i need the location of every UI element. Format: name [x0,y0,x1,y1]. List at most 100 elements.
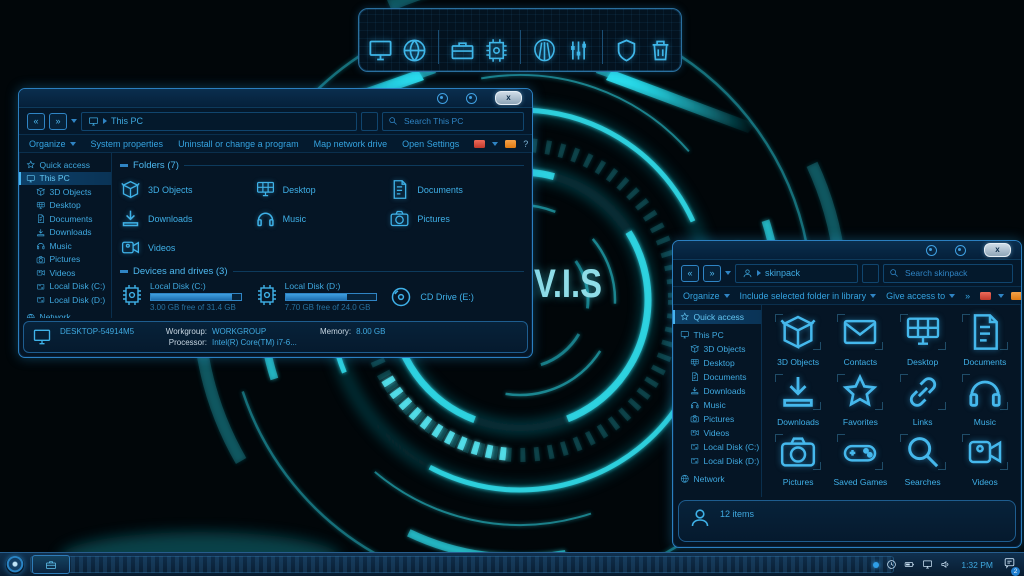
sidebar-item-documents[interactable]: Documents [19,212,111,226]
sidebar-item-desktop[interactable]: Desktop [19,199,111,213]
sidebar-item-pictures[interactable]: Pictures [673,412,761,426]
grid-item-downloads[interactable]: Downloads [767,370,829,427]
drive-item-cd-drive-e[interactable]: CD Drive (E:) [389,281,524,312]
sidebar-item-videos[interactable]: Videos [673,426,761,440]
settings-sliders-icon[interactable] [565,37,592,64]
preview-pane-icon[interactable] [505,140,516,148]
security-shield-icon[interactable] [613,37,640,64]
minimize-button[interactable] [926,245,937,256]
cd-icon [389,285,413,309]
sidebar-item-videos[interactable]: Videos [19,266,111,280]
preview-pane-icon[interactable] [1011,292,1022,300]
history-dropdown-icon[interactable] [71,119,77,123]
sidebar-item-downloads[interactable]: Downloads [19,226,111,240]
grid-item-pictures[interactable]: Pictures [767,430,829,487]
sidebar-item-local-disk-c[interactable]: Local Disk (C:) [19,280,111,294]
folder-item-documents[interactable]: Documents [389,175,524,204]
views-dropdown-icon[interactable] [492,142,498,146]
close-button[interactable]: x [984,243,1011,257]
maximize-button[interactable] [955,245,966,256]
map-network-drive-button[interactable]: Map network drive [314,139,388,149]
system-properties-button[interactable]: System properties [91,139,164,149]
sidebar-item-local-disk-d[interactable]: Local Disk (D:) [19,293,111,307]
refresh-button[interactable] [361,112,378,131]
views-dropdown-icon[interactable] [998,294,1004,298]
search-input[interactable] [402,115,518,127]
sidebar-item-network[interactable]: Network [673,472,761,486]
give-access-menu[interactable]: Give access to [886,291,955,301]
back-button[interactable]: « [681,265,699,282]
history-dropdown-icon[interactable] [725,271,731,275]
grid-item-music[interactable]: Music [954,370,1016,427]
volume-icon[interactable] [940,559,951,570]
clock-time[interactable]: 1:32 PM [958,560,996,570]
grid-item-3d-objects[interactable]: 3D Objects [767,310,829,367]
breadcrumb[interactable]: skinpack [735,264,858,283]
more-commands-button[interactable]: » [965,291,970,301]
sidebar-item-documents[interactable]: Documents [673,370,761,384]
show-hidden-icons-button[interactable] [873,562,879,568]
change-view-icon[interactable] [474,140,485,148]
uninstall-program-button[interactable]: Uninstall or change a program [178,139,299,149]
grid-item-searches[interactable]: Searches [892,430,954,487]
change-view-icon[interactable] [980,292,991,300]
search-input[interactable] [903,267,1007,279]
grid-item-contacts[interactable]: Contacts [829,310,891,367]
sidebar-item-music[interactable]: Music [19,239,111,253]
hardware-chip-icon[interactable] [483,37,510,64]
recycle-bin-icon[interactable] [647,37,674,64]
display-icon[interactable] [367,37,394,64]
documents-icon[interactable] [449,37,476,64]
sidebar-item-downloads[interactable]: Downloads [673,384,761,398]
include-in-library-menu[interactable]: Include selected folder in library [740,291,877,301]
sidebar-item-network[interactable]: Network [19,311,111,319]
folder-item-pictures[interactable]: Pictures [389,204,524,233]
sidebar-item-3d-objects[interactable]: 3D Objects [19,185,111,199]
sidebar-item-3d-objects[interactable]: 3D Objects [673,342,761,356]
sidebar-item-music[interactable]: Music [673,398,761,412]
network-globe-icon[interactable] [401,37,428,64]
sidebar-item-quick-access[interactable]: Quick access [19,158,111,172]
organize-menu[interactable]: Organize [683,291,730,301]
start-button[interactable] [6,556,24,574]
organize-menu[interactable]: Organize [29,139,76,149]
sidebar-item-local-disk-c[interactable]: Local Disk (C:) [673,440,761,454]
display-tray-icon[interactable] [922,559,933,570]
sidebar-item-this-pc[interactable]: This PC [673,328,761,342]
maximize-button[interactable] [466,93,477,104]
sidebar-item-this-pc[interactable]: This PC [19,172,111,186]
drive-item-local-disk-d[interactable]: Local Disk (D:) 7.70 GB free of 24.0 GB [255,281,390,312]
folder-item-desktop[interactable]: Desktop [255,175,390,204]
grid-item-links[interactable]: Links [892,370,954,427]
sidebar-item-pictures[interactable]: Pictures [19,253,111,267]
minimize-button[interactable] [437,93,448,104]
grid-item-videos[interactable]: Videos [954,430,1016,487]
section-header-folders[interactable]: Folders (7) [120,160,524,171]
section-header-devices[interactable]: Devices and drives (3) [120,266,524,277]
grid-item-saved-games[interactable]: Saved Games [829,430,891,487]
battery-icon[interactable] [904,559,915,570]
close-button[interactable]: x [495,91,522,105]
forward-button[interactable]: » [703,265,721,282]
grid-item-documents[interactable]: Documents [954,310,1016,367]
folder-item-music[interactable]: Music [255,204,390,233]
open-settings-button[interactable]: Open Settings [402,139,459,149]
sidebar-item-quick-access[interactable]: Quick access [673,310,761,324]
refresh-button[interactable] [862,264,879,283]
folder-item-videos[interactable]: Videos [120,233,255,262]
help-button[interactable]: ? [523,139,528,149]
taskbar-item-file-explorer[interactable] [32,555,70,574]
fan-shell-icon[interactable] [531,37,558,64]
sidebar-item-desktop[interactable]: Desktop [673,356,761,370]
sidebar-item-local-disk-d[interactable]: Local Disk (D:) [673,454,761,468]
drive-item-local-disk-c[interactable]: Local Disk (C:) 3.00 GB free of 31.4 GB [120,281,255,312]
folder-item-3d-objects[interactable]: 3D Objects [120,175,255,204]
breadcrumb[interactable]: This PC [81,112,357,131]
grid-item-favorites[interactable]: Favorites [829,370,891,427]
grid-item-desktop[interactable]: Desktop [892,310,954,367]
folder-item-downloads[interactable]: Downloads [120,204,255,233]
back-button[interactable]: « [27,113,45,130]
clock-tray-icon[interactable] [886,559,897,570]
notification-center-button[interactable]: 2 [1003,556,1016,574]
forward-button[interactable]: » [49,113,67,130]
